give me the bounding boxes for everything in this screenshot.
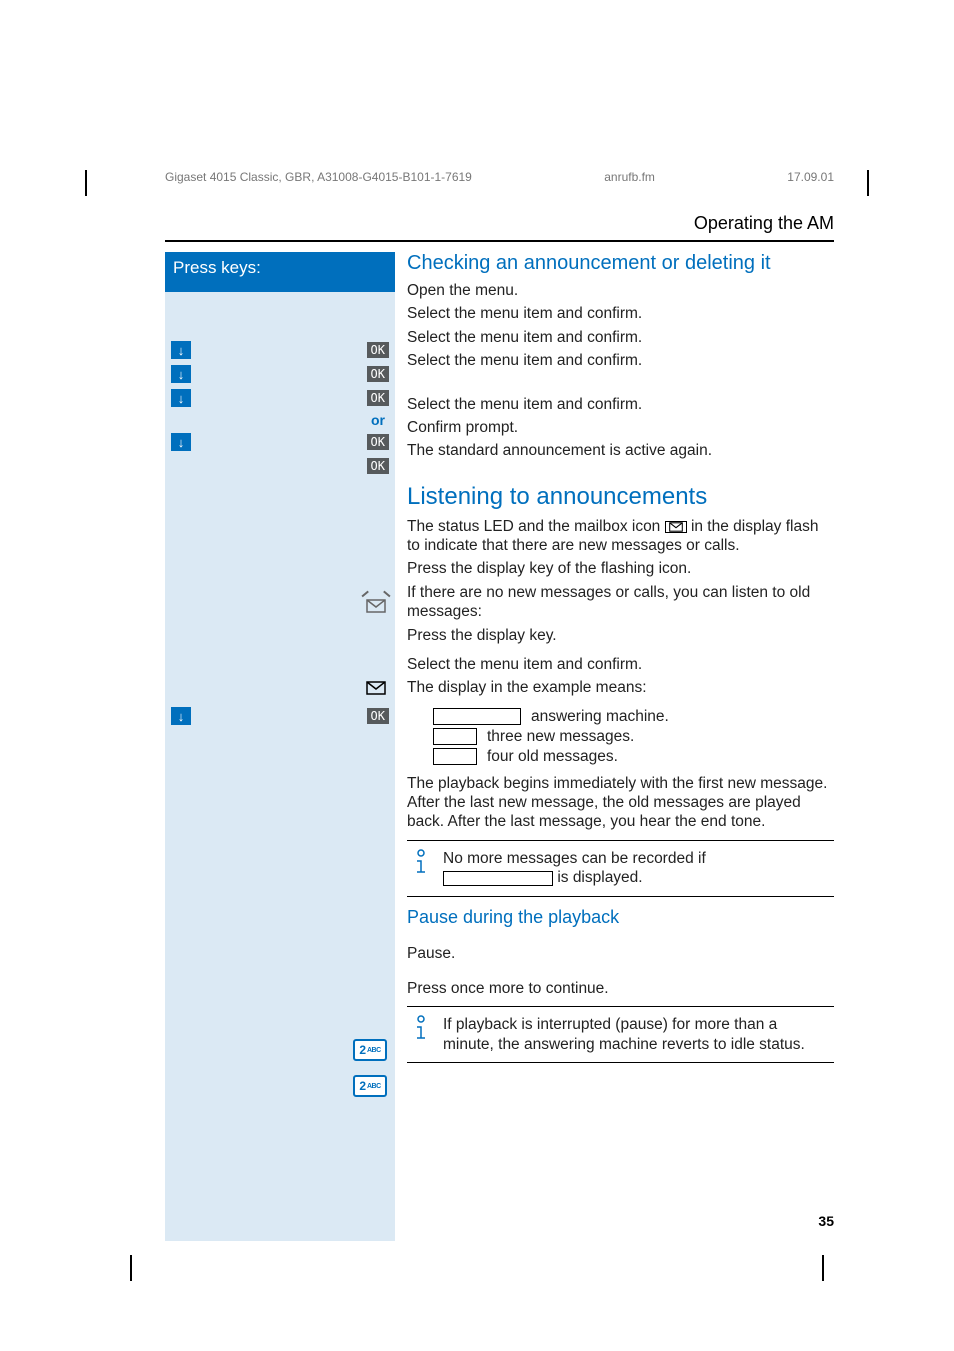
key-row: 2ABC <box>165 1074 395 1098</box>
instruction-text: Select the menu item and confirm. <box>407 395 834 414</box>
ok-key: OK <box>367 342 389 358</box>
menu-row: ↓ OK <box>165 704 395 728</box>
instruction-text: Select the menu item and confirm. <box>407 304 834 323</box>
crop-mark <box>85 170 87 196</box>
section-heading: Checking an announcement or deleting it <box>407 252 834 275</box>
instruction-text: Select the menu item and confirm. <box>407 351 834 370</box>
example-row: four old messages. <box>433 748 834 766</box>
doc-date: 17.09.01 <box>787 170 834 184</box>
instruction-text: Press the display key of the flashing ic… <box>407 559 834 578</box>
left-column: Press keys: ↓ OK ↓ OK ↓ OK or ↓ OK OK <box>165 252 395 1241</box>
body-text: The status LED and the mailbox icon in t… <box>407 517 834 556</box>
ok-key: OK <box>367 366 389 382</box>
mail-icon <box>365 679 387 697</box>
doc-filename: anrufb.fm <box>604 170 655 184</box>
instruction-text: Open the menu. <box>407 281 834 300</box>
ok-key: OK <box>367 458 389 474</box>
note-box: If playback is interrupted (pause) for m… <box>407 1006 834 1063</box>
menu-label <box>351 372 363 376</box>
menu-row-open <box>165 314 395 338</box>
example-text: four old messages. <box>487 748 618 766</box>
doc-header: Gigaset 4015 Classic, GBR, A31008-G4015-… <box>165 170 834 184</box>
info-icon <box>411 1015 443 1054</box>
or-separator: or <box>165 410 395 430</box>
mail-inline-icon <box>665 521 687 533</box>
note-text: No more messages can be recorded if is d… <box>443 849 830 888</box>
menu-label <box>351 440 363 444</box>
right-column: Checking an announcement or deleting it … <box>395 252 834 1241</box>
ok-key: OK <box>367 708 389 724</box>
info-icon <box>411 849 443 888</box>
mail-flash-row <box>165 594 395 618</box>
content: Press keys: ↓ OK ↓ OK ↓ OK or ↓ OK OK <box>165 252 834 1241</box>
down-arrow-icon: ↓ <box>171 389 191 407</box>
mail-flash-icon <box>365 597 387 615</box>
section-heading: Listening to announcements <box>407 483 834 511</box>
key-row: 2ABC <box>165 1038 395 1062</box>
down-arrow-icon: ↓ <box>171 365 191 383</box>
crop-mark <box>822 1255 824 1281</box>
down-arrow-icon: ↓ <box>171 433 191 451</box>
body-text: The playback begins immediately with the… <box>407 774 834 832</box>
example-text: three new messages. <box>487 728 634 746</box>
press-keys-banner: Press keys: <box>165 252 395 292</box>
crop-mark <box>130 1255 132 1281</box>
menu-label <box>351 714 363 718</box>
instruction-text: Press the display key. <box>407 626 834 645</box>
ok-key: OK <box>367 390 389 406</box>
menu-row: ↓ OK <box>165 338 395 362</box>
down-arrow-icon: ↓ <box>171 341 191 359</box>
instruction-text: Confirm prompt. <box>407 418 834 437</box>
example-field <box>433 748 477 765</box>
example-field <box>433 708 521 725</box>
instruction-text: Press once more to continue. <box>407 979 834 998</box>
menu-row: ↓ OK <box>165 386 395 410</box>
doc-id: Gigaset 4015 Classic, GBR, A31008-G4015-… <box>165 170 472 184</box>
menu-label <box>377 324 389 328</box>
subsection-heading: Pause during the playback <box>407 907 834 928</box>
running-header: Operating the AM <box>165 213 834 242</box>
example-row: answering machine. <box>433 708 834 726</box>
ok-key: OK <box>367 434 389 450</box>
key-2: 2ABC <box>353 1039 387 1061</box>
example-field <box>433 728 477 745</box>
body-text: The display in the example means: <box>407 678 834 697</box>
menu-label <box>351 396 363 400</box>
menu-label <box>351 348 363 352</box>
menu-row: OK <box>165 454 395 478</box>
example-row: three new messages. <box>433 728 834 746</box>
instruction-text: Select the menu item and confirm. <box>407 328 834 347</box>
instruction-text: Pause. <box>407 944 834 963</box>
instruction-text: Select the menu item and confirm. <box>407 655 834 674</box>
page-number: 35 <box>818 1213 834 1229</box>
mail-row <box>165 676 395 700</box>
body-text: If there are no new messages or calls, y… <box>407 583 834 622</box>
instruction-text: The standard announcement is active agai… <box>407 441 834 460</box>
note-text: If playback is interrupted (pause) for m… <box>443 1015 830 1054</box>
crop-mark <box>867 170 869 196</box>
key-2: 2ABC <box>353 1075 387 1097</box>
example-text: answering machine. <box>531 708 669 726</box>
display-field <box>443 871 553 886</box>
down-arrow-icon: ↓ <box>171 707 191 725</box>
menu-label <box>351 464 363 468</box>
note-box: No more messages can be recorded if is d… <box>407 840 834 897</box>
menu-row: ↓ OK <box>165 430 395 454</box>
menu-row: ↓ OK <box>165 362 395 386</box>
